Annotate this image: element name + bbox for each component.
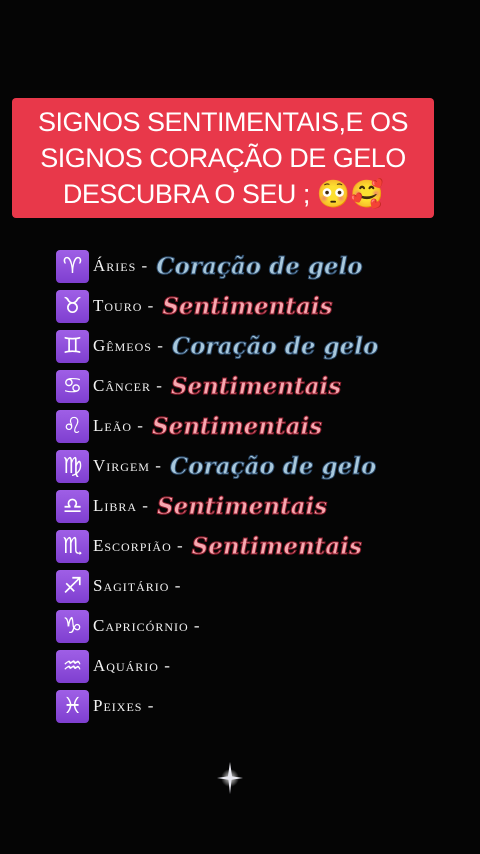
sign-name: Libra - <box>93 496 149 515</box>
sign-name: Virgem - <box>93 456 162 475</box>
sign-result: Sentimentais <box>151 412 323 440</box>
sign-name: Escorpião - <box>93 536 184 555</box>
sign-row: ♓ Peixes - <box>56 689 154 723</box>
cancer-icon: ♋ <box>56 369 89 403</box>
libra-icon: ♎ <box>56 489 89 523</box>
sign-result: Sentimentais <box>191 532 362 560</box>
banner-line-1: SIGNOS SENTIMENTAIS,E OS <box>37 107 409 137</box>
sign-name: Leão - <box>93 416 144 435</box>
sign-name: Touro - <box>93 296 155 315</box>
sparkle-icon <box>217 762 243 794</box>
aries-icon: ♈ <box>56 249 89 283</box>
aquarius-icon: ♒ <box>56 649 89 683</box>
sign-result: Coração de gelo <box>169 452 377 480</box>
sign-row: ♉ Touro - Sentimentais <box>56 289 333 323</box>
sign-row: ♌ Leão - Sentimentais <box>56 409 323 443</box>
sign-row: ♏ Escorpião - Sentimentais <box>56 529 362 563</box>
sign-name: Aquário - <box>93 656 171 675</box>
pisces-icon: ♓ <box>56 689 89 723</box>
capricorn-icon: ♑ <box>56 609 89 643</box>
sign-row: ♒ Aquário - <box>56 649 171 683</box>
leo-icon: ♌ <box>56 409 89 443</box>
virgo-icon: ♍ <box>56 449 89 483</box>
sign-result: Coração de gelo <box>171 332 379 360</box>
sign-name: Peixes - <box>93 696 155 715</box>
banner-line-2: SIGNOS CORAÇÃO DE GELO <box>40 143 406 173</box>
gemini-icon: ♊ <box>56 329 89 363</box>
sign-row: ♑ Capricórnio - <box>56 609 201 643</box>
sign-result: Sentimentais <box>156 492 328 520</box>
sign-row: ♐ Sagitário - <box>56 569 181 603</box>
sign-result: Sentimentais <box>170 372 342 400</box>
sign-row: ♋ Câncer - Sentimentais <box>56 369 342 403</box>
sign-name: Câncer - <box>93 376 163 395</box>
sign-row: ♍ Virgem - Coração de gelo <box>56 449 377 483</box>
sign-row: ♈ Áries - Coração de gelo <box>56 249 363 283</box>
sign-row: ♊ Gêmeos - Coração de gelo <box>56 329 379 363</box>
sign-name: Sagitário - <box>93 576 182 595</box>
banner-line-3: DESCUBRA O SEU ; 😳🥰 <box>62 179 384 209</box>
sign-name: Capricórnio - <box>93 616 201 635</box>
sign-result: Sentimentais <box>162 292 333 320</box>
sagittarius-icon: ♐ <box>56 569 89 603</box>
sign-row: ♎ Libra - Sentimentais <box>56 489 328 523</box>
scorpio-icon: ♏ <box>56 529 89 563</box>
sign-result: Coração de gelo <box>156 252 363 280</box>
sign-name: Gêmeos - <box>93 336 164 355</box>
sign-name: Áries - <box>93 256 149 275</box>
taurus-icon: ♉ <box>56 289 89 323</box>
